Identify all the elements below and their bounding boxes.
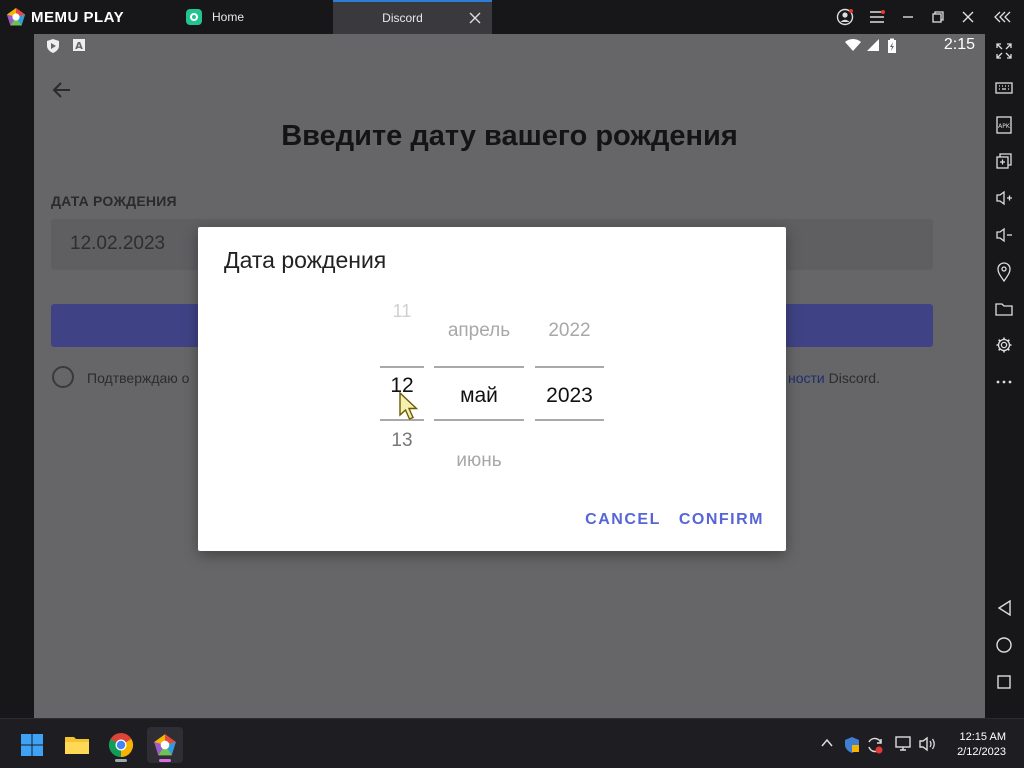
speaker-icon[interactable] xyxy=(918,736,938,752)
confirm-button[interactable]: CONFIRM xyxy=(679,511,764,529)
dob-input-value: 12.02.2023 xyxy=(70,233,166,254)
month-divider-top xyxy=(434,366,524,368)
menu-icon[interactable] xyxy=(867,7,887,27)
windows-taskbar: 12:15 AM 2/12/2023 xyxy=(0,718,1024,768)
year-divider-top xyxy=(535,366,604,368)
emulator-title-bar: MEMU PLAY Home Discord xyxy=(0,0,1024,34)
cancel-button[interactable]: CANCEL xyxy=(585,511,661,529)
agree-text-end: Discord. xyxy=(824,370,880,386)
brand-name: MEMU PLAY xyxy=(31,8,125,26)
svg-text:APK: APK xyxy=(998,123,1011,130)
month-next[interactable]: июнь xyxy=(434,450,524,472)
agree-text: Подтверждаю о xyxy=(87,370,190,386)
dialog-title: Дата рождения xyxy=(224,247,387,273)
day-next[interactable]: 13 xyxy=(380,430,424,452)
sync-icon[interactable] xyxy=(866,736,884,754)
restore-icon[interactable] xyxy=(928,7,948,27)
play-protect-icon xyxy=(47,39,59,53)
account-icon[interactable] xyxy=(835,7,855,27)
agree-checkbox[interactable] xyxy=(52,366,74,388)
tab-home-label: Home xyxy=(212,10,245,24)
settings-gear-icon[interactable] xyxy=(993,334,1015,356)
more-options-icon[interactable] xyxy=(993,371,1015,393)
system-time: 12:15 AM xyxy=(959,731,1006,743)
volume-down-icon[interactable] xyxy=(993,224,1015,246)
memu-icon[interactable] xyxy=(147,727,183,763)
android-clock: 2:15 xyxy=(943,36,975,53)
month-picker[interactable]: апрель май июнь xyxy=(434,297,524,477)
chevron-up-icon[interactable] xyxy=(820,736,834,750)
app-notification-icon: A xyxy=(73,39,85,52)
close-tab-icon[interactable] xyxy=(468,11,482,25)
system-date: 2/12/2023 xyxy=(957,746,1006,758)
security-shield-icon[interactable] xyxy=(843,736,861,754)
memu-logo-icon xyxy=(7,8,25,26)
back-arrow-icon[interactable] xyxy=(50,78,74,102)
file-explorer-icon[interactable] xyxy=(59,727,95,763)
day-prev[interactable]: 11 xyxy=(380,301,424,322)
year-prev[interactable]: 2022 xyxy=(535,320,604,342)
android-status-bar: A 2:15 xyxy=(34,34,985,58)
chrome-running-indicator xyxy=(115,759,127,762)
android-back-icon[interactable] xyxy=(993,597,1015,619)
fullscreen-icon[interactable] xyxy=(993,40,1015,62)
system-clock[interactable]: 12:15 AM 2/12/2023 xyxy=(957,730,1006,760)
svg-text:A: A xyxy=(75,41,83,52)
folder-icon[interactable] xyxy=(993,298,1015,320)
tab-discord[interactable]: Discord xyxy=(333,0,492,34)
close-window-icon[interactable] xyxy=(958,7,978,27)
wifi-icon xyxy=(845,38,861,51)
privacy-link[interactable]: ности xyxy=(788,370,825,386)
cell-signal-icon xyxy=(867,39,879,51)
keyboard-icon[interactable] xyxy=(993,77,1015,99)
tab-home[interactable]: Home xyxy=(176,0,332,34)
memu-brand: MEMU PLAY xyxy=(6,6,124,28)
start-icon[interactable] xyxy=(14,727,50,763)
tab-discord-label: Discord xyxy=(382,11,423,25)
apk-icon[interactable]: APK xyxy=(993,114,1015,136)
home-tab-icon xyxy=(186,9,202,25)
collapse-sidebar-icon[interactable] xyxy=(993,7,1013,27)
android-home-icon[interactable] xyxy=(993,634,1015,656)
year-divider-bottom xyxy=(535,419,604,421)
battery-charging-icon xyxy=(888,38,896,53)
day-picker[interactable]: 11 12 13 xyxy=(380,297,424,477)
multi-instance-icon[interactable] xyxy=(993,150,1015,172)
page-title: Введите дату вашего рождения xyxy=(281,120,738,152)
dialog-actions: CANCEL CONFIRM xyxy=(567,511,764,529)
mouse-cursor-icon xyxy=(399,391,419,420)
agree-text-tail: ности Discord. xyxy=(788,370,880,386)
dob-label: ДАТА РОЖДЕНИЯ xyxy=(51,193,177,209)
year-current[interactable]: 2023 xyxy=(535,384,604,408)
month-prev[interactable]: апрель xyxy=(434,320,524,342)
chrome-icon[interactable] xyxy=(103,727,139,763)
network-icon[interactable] xyxy=(894,736,912,752)
emulator-left-border xyxy=(0,34,34,718)
volume-up-icon[interactable] xyxy=(993,187,1015,209)
day-divider-top xyxy=(380,366,424,368)
month-divider-bottom xyxy=(434,419,524,421)
year-picker[interactable]: 2022 2023 xyxy=(535,297,604,477)
month-current[interactable]: май xyxy=(434,384,524,408)
android-recents-icon[interactable] xyxy=(993,671,1015,693)
memu-running-indicator xyxy=(159,759,171,762)
date-picker-dialog: Дата рождения 11 12 13 апрель май июнь 2… xyxy=(198,227,786,551)
location-icon[interactable] xyxy=(993,261,1015,283)
minimize-icon[interactable] xyxy=(898,7,918,27)
emulator-sidebar: APK xyxy=(985,34,1024,718)
